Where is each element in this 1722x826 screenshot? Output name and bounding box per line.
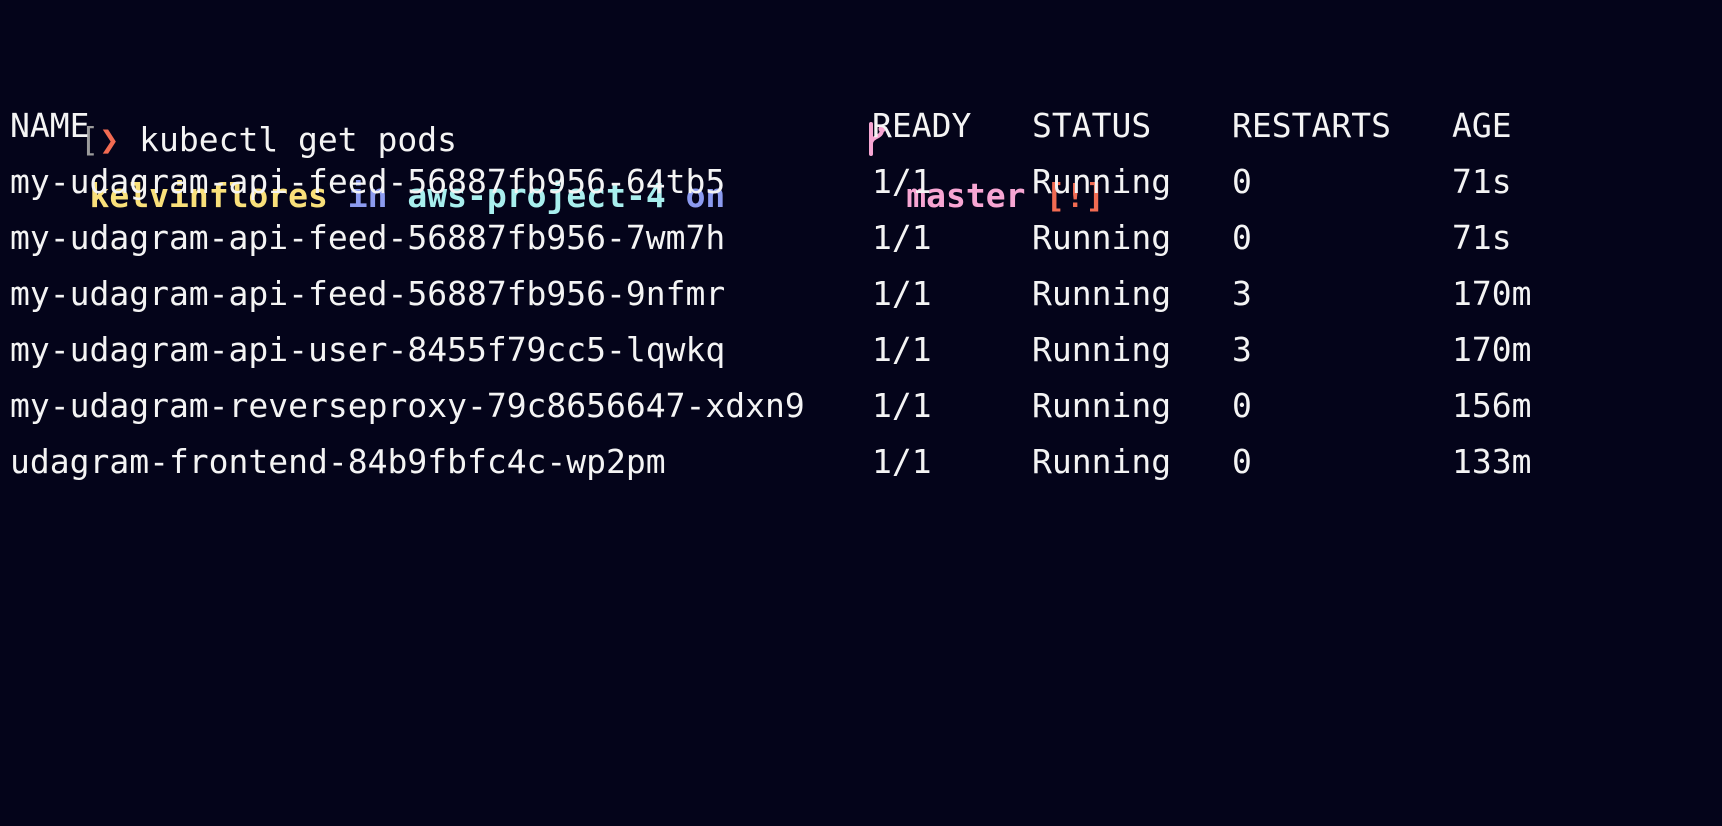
table-header: NAME READY STATUS RESTARTS AGE bbox=[10, 98, 1512, 154]
pod-restarts: 0 bbox=[1232, 162, 1252, 201]
table-row: my-udagram-api-feed-56887fb956-7wm7h 1/1… bbox=[10, 210, 1512, 266]
pod-ready: 1/1 bbox=[872, 162, 932, 201]
table-row: my-udagram-api-user-8455f79cc5-lqwkq 1/1… bbox=[10, 322, 1531, 378]
pod-age: 170m bbox=[1452, 330, 1532, 369]
table-row: my-udagram-reverseproxy-79c8656647-xdxn9… bbox=[10, 378, 1531, 434]
table-row: my-udagram-api-feed-56887fb956-64tb5 1/1… bbox=[10, 154, 1512, 210]
git-branch-icon bbox=[745, 56, 886, 224]
pod-name: my-udagram-reverseproxy-79c8656647-xdxn9 bbox=[10, 386, 805, 425]
header-status: STATUS bbox=[1032, 106, 1152, 145]
pod-status: Running bbox=[1032, 330, 1172, 369]
header-name: NAME bbox=[10, 106, 90, 145]
header-restarts: RESTARTS bbox=[1232, 106, 1391, 145]
pod-status: Running bbox=[1032, 386, 1172, 425]
pod-restarts: 3 bbox=[1232, 274, 1252, 313]
pod-status: Running bbox=[1032, 274, 1172, 313]
pod-ready: 1/1 bbox=[872, 386, 932, 425]
table-row: udagram-frontend-84b9fbfc4c-wp2pm 1/1 Ru… bbox=[10, 434, 1531, 490]
pod-age: 133m bbox=[1452, 442, 1532, 481]
pod-ready: 1/1 bbox=[872, 330, 932, 369]
pod-ready: 1/1 bbox=[872, 442, 932, 481]
pod-name: udagram-frontend-84b9fbfc4c-wp2pm bbox=[10, 442, 666, 481]
terminal-window: kelvinflores in aws-project-4 on master … bbox=[0, 0, 1722, 506]
pod-restarts: 3 bbox=[1232, 330, 1252, 369]
pod-name: my-udagram-api-feed-56887fb956-64tb5 bbox=[10, 162, 726, 201]
pod-name: my-udagram-api-user-8455f79cc5-lqwkq bbox=[10, 330, 726, 369]
table-row: my-udagram-api-feed-56887fb956-9nfmr 1/1… bbox=[10, 266, 1531, 322]
header-ready: READY bbox=[872, 106, 972, 145]
pod-restarts: 0 bbox=[1232, 218, 1252, 257]
pod-restarts: 0 bbox=[1232, 442, 1252, 481]
pod-age: 71s bbox=[1452, 218, 1512, 257]
pod-name: my-udagram-api-feed-56887fb956-9nfmr bbox=[10, 274, 726, 313]
shell-prompt: kelvinflores in aws-project-4 on master … bbox=[10, 0, 1105, 215]
pod-status: Running bbox=[1032, 442, 1172, 481]
pod-ready: 1/1 bbox=[872, 274, 932, 313]
pod-age: 71s bbox=[1452, 162, 1512, 201]
pod-status: Running bbox=[1032, 218, 1172, 257]
pod-status: Running bbox=[1032, 162, 1172, 201]
pod-ready: 1/1 bbox=[872, 218, 932, 257]
pod-restarts: 0 bbox=[1232, 386, 1252, 425]
header-age: AGE bbox=[1452, 106, 1512, 145]
pod-name: my-udagram-api-feed-56887fb956-7wm7h bbox=[10, 218, 726, 257]
pod-age: 170m bbox=[1452, 274, 1532, 313]
pod-age: 156m bbox=[1452, 386, 1532, 425]
